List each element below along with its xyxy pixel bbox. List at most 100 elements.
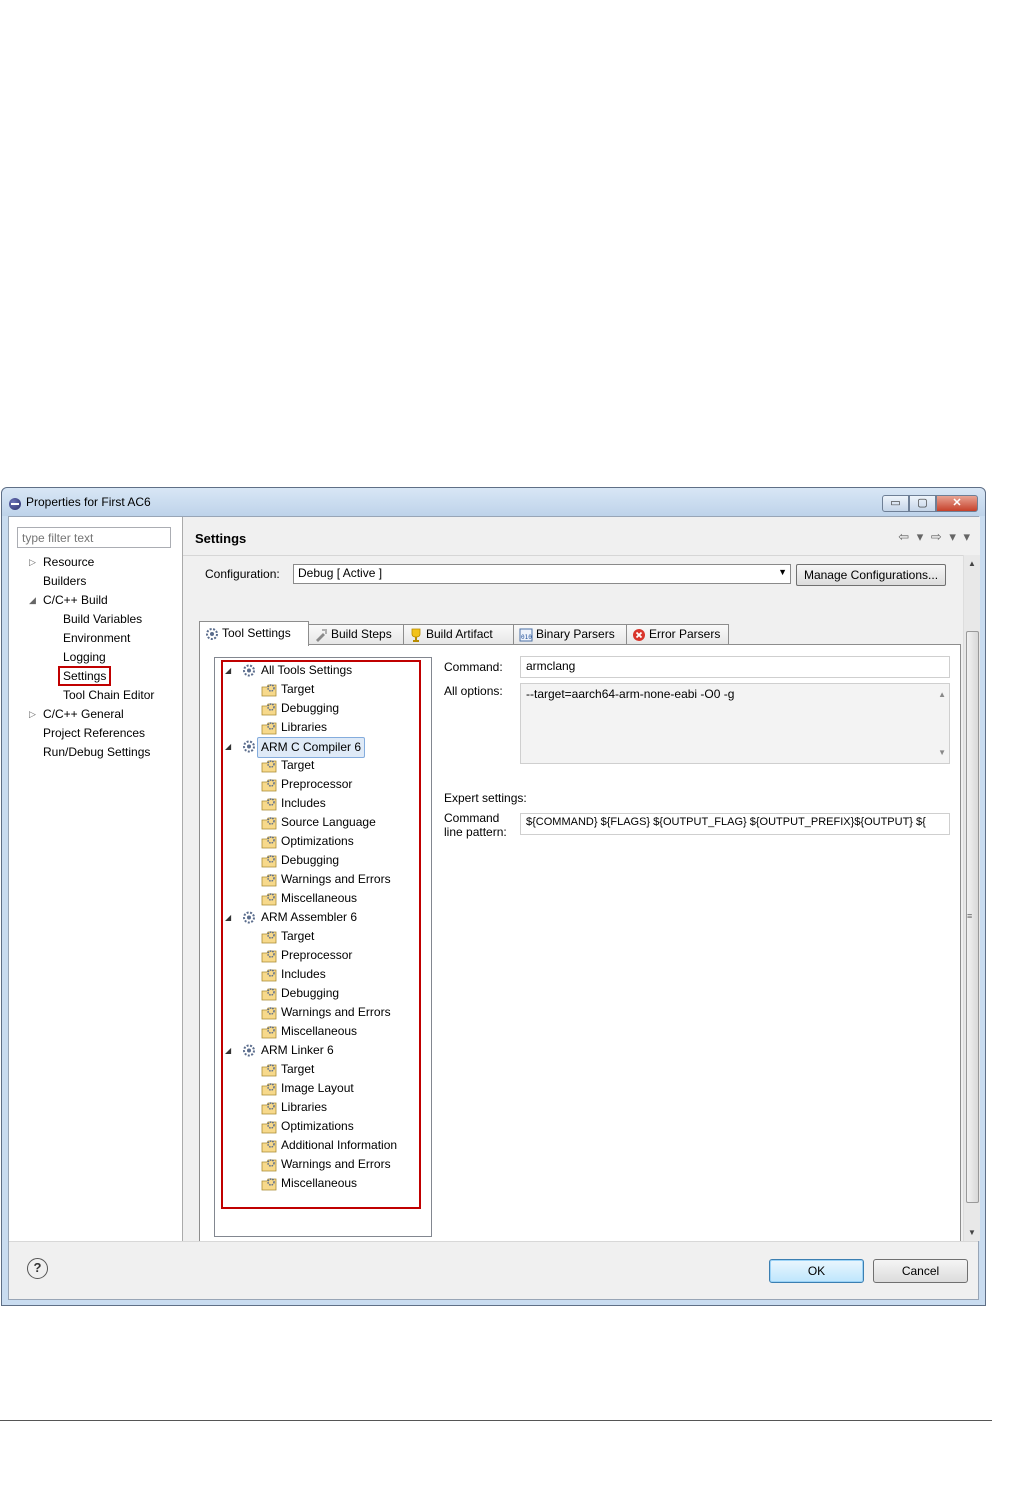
tree-option-node[interactable]: Target <box>261 680 315 699</box>
all-options-value: --target=aarch64-arm-none-eabi -O0 -g <box>526 687 735 701</box>
nav-item-cpp-general[interactable]: ▷ C/C++ General <box>29 705 124 723</box>
tree-option-node[interactable]: Miscellaneous <box>261 1174 357 1193</box>
tree-node-label: Includes <box>281 967 326 981</box>
tree-tool-node[interactable]: ◢ ARM C Compiler 6 <box>225 737 366 758</box>
option-folder-icon <box>261 1100 277 1115</box>
tree-option-node[interactable]: Image Layout <box>261 1079 354 1098</box>
scroll-down-icon[interactable]: ▼ <box>968 1228 976 1237</box>
tab-build-artifact[interactable]: Build Artifact <box>403 624 514 645</box>
scroll-up-icon[interactable]: ▲ <box>938 690 946 699</box>
help-icon[interactable]: ? <box>27 1258 48 1279</box>
configuration-select[interactable]: Debug [ Active ] ▼ <box>293 564 791 584</box>
collapse-icon[interactable]: ◢ <box>225 737 231 756</box>
tree-node-label: Target <box>281 929 315 943</box>
collapse-icon[interactable]: ◢ <box>29 591 41 609</box>
nav-item-logging[interactable]: Logging <box>63 648 106 666</box>
close-button[interactable]: ✕ <box>936 495 978 512</box>
tree-node-label: Libraries <box>281 1100 328 1114</box>
page-title: Settings <box>195 531 247 546</box>
option-folder-icon <box>261 815 277 830</box>
tree-option-node[interactable]: Includes <box>261 794 326 813</box>
tree-node-label: ARM Assembler 6 <box>261 910 358 924</box>
tree-node-label: Debugging <box>281 986 340 1000</box>
expand-icon[interactable]: ▷ <box>29 553 41 571</box>
nav-item-environment[interactable]: Environment <box>63 629 130 647</box>
tree-option-node[interactable]: Target <box>261 756 314 775</box>
tool-settings-tree[interactable]: ◢ All Tools Settings Target Debugging Librar… <box>214 657 432 1237</box>
title-bar[interactable]: Properties for First AC6 ▭ ▢ ✕ <box>2 488 985 516</box>
ok-button[interactable]: OK <box>769 1259 864 1283</box>
tree-option-node[interactable]: Preprocessor <box>261 775 352 794</box>
option-folder-icon <box>261 720 277 735</box>
collapse-icon[interactable]: ◢ <box>225 661 231 680</box>
tree-tool-node[interactable]: ◢ ARM Linker 6 <box>225 1041 334 1060</box>
tree-tool-node[interactable]: ◢ All Tools Settings <box>225 661 352 680</box>
command-label: Command: <box>444 660 503 674</box>
tree-node-label: Warnings and Errors <box>281 1005 391 1019</box>
tree-option-node[interactable]: Optimizations <box>261 1117 354 1136</box>
nav-item-build-variables[interactable]: Build Variables <box>63 610 142 628</box>
nav-item-project-references[interactable]: Project References <box>43 724 145 742</box>
tree-option-node[interactable]: Warnings and Errors <box>261 870 391 889</box>
tree-node-label: Source Language <box>281 815 376 829</box>
command-field[interactable]: armclang <box>520 656 950 678</box>
tree-option-node[interactable]: Target <box>261 927 315 946</box>
tool-gear-icon <box>241 663 257 678</box>
history-nav-icons[interactable]: ⇦ ▾ ⇨ ▾ ▾ <box>898 529 972 545</box>
tree-node-label: Target <box>281 1062 315 1076</box>
page-scrollbar[interactable]: ▲ ≡ ▼ <box>963 555 980 1241</box>
tree-node-label: Target <box>281 682 315 696</box>
tree-option-node[interactable]: Source Language <box>261 813 376 832</box>
properties-dialog: Properties for First AC6 ▭ ▢ ✕ ▷ Resourc… <box>1 487 986 1306</box>
all-options-field[interactable]: --target=aarch64-arm-none-eabi -O0 -g ▲ … <box>520 683 950 764</box>
nav-item-run-debug-settings[interactable]: Run/Debug Settings <box>43 743 150 761</box>
tab-error-parsers[interactable]: Error Parsers <box>626 624 729 645</box>
filter-input[interactable] <box>17 527 171 548</box>
tree-option-node[interactable]: Libraries <box>261 1098 328 1117</box>
tab-binary-parsers[interactable]: 010 Binary Parsers <box>513 624 627 645</box>
tree-tool-node[interactable]: ◢ ARM Assembler 6 <box>225 908 358 927</box>
command-line-pattern-field[interactable]: ${COMMAND} ${FLAGS} ${OUTPUT_FLAG} ${OUT… <box>520 813 950 835</box>
trophy-icon <box>411 628 421 642</box>
tree-option-node[interactable]: Additional Information <box>261 1136 397 1155</box>
dialog-footer: ? OK Cancel <box>9 1241 978 1299</box>
nav-item-resource[interactable]: ▷ Resource <box>29 553 94 571</box>
tree-option-node[interactable]: Libraries <box>261 718 327 737</box>
minimize-button[interactable]: ▭ <box>882 495 909 512</box>
tree-node-label: Preprocessor <box>281 948 353 962</box>
manage-configurations-button[interactable]: Manage Configurations... <box>796 564 946 586</box>
tree-option-node[interactable]: Includes <box>261 965 326 984</box>
nav-item-settings[interactable]: Settings <box>57 666 112 686</box>
tree-node-label: Includes <box>281 796 326 810</box>
scroll-down-icon[interactable]: ▼ <box>938 748 946 757</box>
tab-build-steps[interactable]: Build Steps <box>308 624 404 645</box>
gear-icon <box>206 628 218 640</box>
eclipse-icon <box>9 498 21 510</box>
divider <box>183 555 980 556</box>
tab-tool-settings[interactable]: Tool Settings <box>199 621 309 646</box>
cancel-button[interactable]: Cancel <box>873 1259 968 1283</box>
tree-option-node[interactable]: Debugging <box>261 851 339 870</box>
tool-gear-icon <box>241 739 257 754</box>
maximize-button[interactable]: ▢ <box>909 495 936 512</box>
expand-icon[interactable]: ▷ <box>29 705 41 723</box>
tree-option-node[interactable]: Warnings and Errors <box>261 1003 391 1022</box>
option-folder-icon <box>261 891 277 906</box>
tree-option-node[interactable]: Warnings and Errors <box>261 1155 391 1174</box>
option-folder-icon <box>261 796 277 811</box>
tree-option-node[interactable]: Debugging <box>261 699 339 718</box>
tree-option-node[interactable]: Preprocessor <box>261 946 353 965</box>
option-folder-icon <box>261 682 277 697</box>
tree-option-node[interactable]: Miscellaneous <box>261 889 357 908</box>
nav-item-cpp-build[interactable]: ◢ C/C++ Build <box>29 591 108 609</box>
collapse-icon[interactable]: ◢ <box>225 908 231 927</box>
scroll-up-icon[interactable]: ▲ <box>968 559 976 568</box>
all-options-label: All options: <box>444 684 503 698</box>
nav-item-builders[interactable]: Builders <box>43 572 86 590</box>
tree-option-node[interactable]: Target <box>261 1060 315 1079</box>
tree-option-node[interactable]: Miscellaneous <box>261 1022 357 1041</box>
nav-item-tool-chain-editor[interactable]: Tool Chain Editor <box>63 686 154 704</box>
tree-option-node[interactable]: Debugging <box>261 984 340 1003</box>
collapse-icon[interactable]: ◢ <box>225 1041 231 1060</box>
tree-option-node[interactable]: Optimizations <box>261 832 354 851</box>
